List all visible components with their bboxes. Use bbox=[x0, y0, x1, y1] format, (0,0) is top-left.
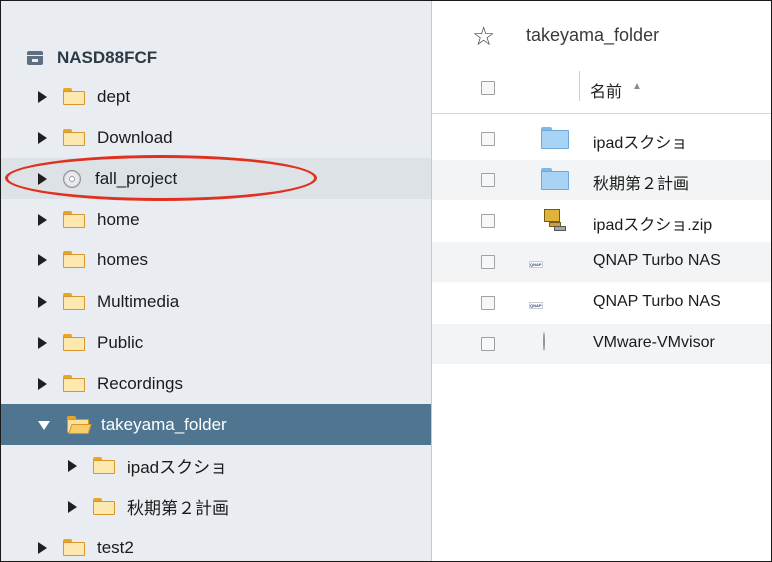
expand-arrow-icon[interactable] bbox=[38, 131, 47, 144]
file-row[interactable]: VMware-VMvisor bbox=[432, 324, 771, 364]
file-name[interactable]: ipadスクショ bbox=[593, 129, 687, 153]
file-name[interactable]: VMware-VMvisor bbox=[593, 334, 715, 352]
row-checkbox[interactable] bbox=[481, 132, 495, 146]
tree-item-download[interactable]: Download bbox=[1, 117, 431, 158]
folder-open-icon bbox=[67, 416, 92, 434]
row-checkbox[interactable] bbox=[481, 173, 495, 187]
select-all-checkbox[interactable] bbox=[481, 81, 495, 95]
qnap-logo-icon: QNAP bbox=[529, 261, 543, 268]
expand-arrow-icon[interactable] bbox=[38, 213, 47, 226]
tree-item-dept[interactable]: dept bbox=[1, 76, 431, 117]
expand-arrow-icon[interactable] bbox=[68, 500, 77, 513]
column-header-name[interactable]: 名前 bbox=[590, 78, 622, 102]
tree-item-label: takeyama_folder bbox=[101, 414, 227, 434]
folder-icon bbox=[63, 334, 85, 351]
tree-item-label: ipadスクショ bbox=[127, 458, 228, 477]
tree-item-label: Recordings bbox=[97, 373, 183, 393]
expand-arrow-icon[interactable] bbox=[38, 336, 47, 349]
tree-item-label: Public bbox=[97, 332, 144, 352]
tree-item-public[interactable]: Public bbox=[1, 322, 431, 363]
expand-arrow-icon[interactable] bbox=[38, 541, 47, 554]
tree-item-label: Download bbox=[97, 127, 173, 147]
folder-icon bbox=[63, 375, 85, 392]
tree-item-recordings[interactable]: Recordings bbox=[1, 363, 431, 404]
file-row[interactable]: QNAP QNAP Turbo NAS bbox=[432, 283, 771, 323]
path-bar: ☆ takeyama_folder bbox=[432, 1, 771, 67]
disc-image-icon bbox=[541, 332, 545, 351]
expand-arrow-icon[interactable] bbox=[38, 253, 47, 266]
star-outline-icon[interactable]: ☆ bbox=[472, 23, 495, 49]
folder-icon bbox=[63, 88, 85, 105]
sort-ascending-icon[interactable]: ▲ bbox=[632, 81, 642, 92]
highlight-annotation-ellipse bbox=[5, 155, 317, 201]
file-row[interactable]: ipadスクショ bbox=[432, 119, 771, 159]
folder-icon bbox=[93, 498, 115, 515]
tree-item-home[interactable]: home bbox=[1, 199, 431, 240]
tree-item-takeyama-folder[interactable]: takeyama_folder bbox=[1, 404, 431, 445]
tree-item-label: test2 bbox=[97, 537, 134, 557]
qnap-logo-icon: QNAP bbox=[529, 302, 543, 309]
folder-icon bbox=[63, 129, 85, 146]
nas-name: NASD88FCF bbox=[57, 48, 158, 67]
tree-item-multimedia[interactable]: Multimedia bbox=[1, 281, 431, 322]
tree-item-label: homes bbox=[97, 249, 149, 269]
expand-arrow-icon[interactable] bbox=[38, 377, 47, 390]
tree-item-test2[interactable]: test2 bbox=[1, 527, 431, 561]
row-checkbox[interactable] bbox=[481, 296, 495, 310]
file-row[interactable]: QNAP QNAP Turbo NAS bbox=[432, 242, 771, 282]
expand-arrow-icon[interactable] bbox=[38, 295, 47, 308]
tree-item-label: home bbox=[97, 209, 140, 229]
file-name[interactable]: QNAP Turbo NAS bbox=[593, 293, 721, 311]
row-checkbox[interactable] bbox=[481, 255, 495, 269]
folder-icon bbox=[63, 293, 85, 310]
tree-item-ipad-screenshots[interactable]: ipadスクショ bbox=[1, 445, 431, 486]
expand-arrow-icon[interactable] bbox=[38, 90, 47, 103]
folder-icon bbox=[63, 211, 85, 228]
file-manager-window: NASD88FCF dept Download fall_project hom… bbox=[0, 0, 772, 562]
nas-icon bbox=[27, 51, 43, 65]
expand-arrow-icon[interactable] bbox=[68, 459, 77, 472]
folder-icon bbox=[63, 539, 85, 556]
tree-item-label: 秋期第２計画 bbox=[127, 499, 229, 518]
file-name[interactable]: 秋期第２計画 bbox=[593, 170, 689, 194]
file-list-pane: ☆ takeyama_folder 名前 ▲ ipadスクショ 秋期第２計画 i… bbox=[432, 1, 771, 561]
collapse-arrow-icon[interactable] bbox=[38, 421, 50, 430]
tree-item-homes[interactable]: homes bbox=[1, 239, 431, 280]
folder-icon bbox=[63, 251, 85, 268]
file-name[interactable]: ipadスクショ.zip bbox=[593, 211, 712, 235]
tree-item-label: Multimedia bbox=[97, 291, 180, 311]
tree-root-nas[interactable]: NASD88FCF bbox=[27, 43, 157, 73]
file-name[interactable]: QNAP Turbo NAS bbox=[593, 252, 721, 270]
row-checkbox[interactable] bbox=[481, 337, 495, 351]
folder-icon bbox=[93, 457, 115, 474]
file-row[interactable]: ipadスクショ.zip bbox=[432, 201, 771, 241]
current-path: takeyama_folder bbox=[526, 25, 660, 45]
file-row[interactable]: 秋期第２計画 bbox=[432, 160, 771, 200]
tree-item-label: dept bbox=[97, 86, 131, 106]
tree-item-fall-plan-2[interactable]: 秋期第２計画 bbox=[1, 486, 431, 527]
column-divider bbox=[579, 71, 580, 101]
folder-tree-sidebar: NASD88FCF dept Download fall_project hom… bbox=[1, 1, 432, 561]
row-checkbox[interactable] bbox=[481, 214, 495, 228]
